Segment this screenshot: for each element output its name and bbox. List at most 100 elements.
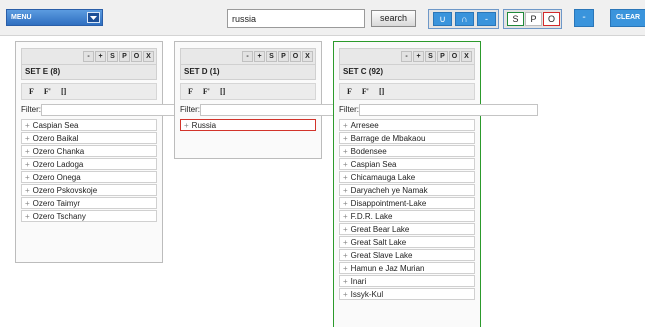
set-title: SET D (1) (180, 65, 316, 80)
search-input[interactable] (227, 9, 365, 28)
difference-button[interactable]: - (477, 12, 496, 26)
list-item-label: Great Slave Lake (350, 251, 413, 260)
panel-close-button[interactable]: X (143, 51, 154, 62)
plus-icon: + (343, 238, 348, 247)
list-item[interactable]: + Ozero Tschany (21, 210, 157, 222)
spo-s-button[interactable]: S (507, 12, 524, 26)
list-item[interactable]: + Great Salt Lake (339, 236, 475, 248)
panel-minus-button[interactable]: - (83, 51, 94, 62)
list-item[interactable]: + Disappointment-Lake (339, 197, 475, 209)
panel-s-button[interactable]: S (425, 51, 436, 62)
list-item-label: Ozero Tschany (32, 212, 86, 221)
list-item-label: F.D.R. Lake (350, 212, 393, 221)
panel-s-button[interactable]: S (266, 51, 277, 62)
view-f-prime-button[interactable]: F' (203, 87, 210, 96)
spo-o-button[interactable]: O (543, 12, 560, 26)
panel-controls: - + S P O X (180, 48, 316, 65)
plus-icon: + (25, 160, 30, 169)
plus-icon: + (25, 134, 30, 143)
panel-s-button[interactable]: S (107, 51, 118, 62)
panel-close-button[interactable]: X (302, 51, 313, 62)
panel-minus-button[interactable]: - (242, 51, 253, 62)
list-item-label: Ozero Taimyr (32, 199, 81, 208)
list-item[interactable]: + Caspian Sea (21, 119, 157, 131)
panel-controls: - + S P O X (339, 48, 475, 65)
plus-icon: + (343, 199, 348, 208)
view-f-prime-button[interactable]: F' (362, 87, 369, 96)
list-item[interactable]: + Ozero Baikal (21, 132, 157, 144)
panel-plus-button[interactable]: + (95, 51, 106, 62)
view-buttons: F F' [] (180, 83, 316, 100)
view-f-button[interactable]: F (347, 87, 352, 96)
plus-icon: + (343, 251, 348, 260)
panel-o-button[interactable]: O (290, 51, 301, 62)
set-title: SET C (92) (339, 65, 475, 80)
filter-label: Filter: (21, 105, 41, 114)
plus-icon: + (343, 290, 348, 299)
plus-icon: + (343, 277, 348, 286)
filter-row: Filter: (21, 103, 220, 116)
list-item[interactable]: + Inari (339, 275, 475, 287)
list-item[interactable]: + Great Slave Lake (339, 249, 475, 261)
list-item[interactable]: + F.D.R. Lake (339, 210, 475, 222)
list-item[interactable]: + Bodensee (339, 145, 475, 157)
list-item[interactable]: + Hamun e Jaz Murian (339, 262, 475, 274)
plus-icon: + (343, 264, 348, 273)
view-brackets-button[interactable]: [] (379, 87, 384, 96)
list-item-label: Ozero Baikal (32, 134, 79, 143)
list-item[interactable]: + Ozero Onega (21, 171, 157, 183)
list-item[interactable]: + Daryacheh ye Namak (339, 184, 475, 196)
view-f-prime-button[interactable]: F' (44, 87, 51, 96)
panel-minus-button[interactable]: - (401, 51, 412, 62)
list-item[interactable]: + Ozero Chanka (21, 145, 157, 157)
plus-icon: + (25, 121, 30, 130)
plus-icon: + (343, 225, 348, 234)
set-panel-e: - + S P O X SET E (8) F F' [] Filter: + C… (15, 41, 220, 263)
chevron-down-icon[interactable] (87, 12, 100, 23)
view-brackets-button[interactable]: [] (220, 87, 225, 96)
remove-set-button[interactable]: - (574, 9, 594, 27)
list-item-label: Ozero Ladoga (32, 160, 84, 169)
menu-dropdown[interactable]: MENU (6, 9, 103, 26)
panel-o-button[interactable]: O (449, 51, 460, 62)
panel-plus-button[interactable]: + (254, 51, 265, 62)
list-item[interactable]: + Ozero Taimyr (21, 197, 157, 209)
view-buttons: F F' [] (339, 83, 475, 100)
list-item[interactable]: + Great Bear Lake (339, 223, 475, 235)
list-item[interactable]: + Ozero Pskovskoje (21, 184, 157, 196)
list-item[interactable]: + Barrage de Mbakaou (339, 132, 475, 144)
panel-p-button[interactable]: P (119, 51, 130, 62)
panel-p-button[interactable]: P (278, 51, 289, 62)
intersection-button[interactable]: ∩ (455, 12, 474, 26)
union-button[interactable]: ∪ (433, 12, 452, 26)
list-item[interactable]: + Issyk-Kul (339, 288, 475, 300)
list-item-label: Ozero Chanka (32, 147, 85, 156)
list-item[interactable]: + Arresee (339, 119, 475, 131)
spo-p-button[interactable]: P (525, 12, 542, 26)
list-item-label: Hamun e Jaz Murian (350, 264, 425, 273)
plus-icon: + (343, 212, 348, 221)
view-buttons: F F' [] (21, 83, 157, 100)
plus-icon: + (184, 121, 189, 130)
view-brackets-button[interactable]: [] (61, 87, 66, 96)
view-f-button[interactable]: F (29, 87, 34, 96)
list-item[interactable]: + Ozero Ladoga (21, 158, 157, 170)
list-item-selected[interactable]: + Russia (180, 119, 316, 131)
search-button[interactable]: search (371, 10, 416, 27)
plus-icon: + (25, 147, 30, 156)
list-item-label: Ozero Pskovskoje (32, 186, 98, 195)
list-item[interactable]: + Chicamauga Lake (339, 171, 475, 183)
view-f-button[interactable]: F (188, 87, 193, 96)
list-item-label: Caspian Sea (350, 160, 397, 169)
panel-close-button[interactable]: X (461, 51, 472, 62)
panel-o-button[interactable]: O (131, 51, 142, 62)
plus-icon: + (343, 134, 348, 143)
list-item[interactable]: + Caspian Sea (339, 158, 475, 170)
panel-p-button[interactable]: P (437, 51, 448, 62)
top-toolbar: MENU search ∪ ∩ - S P O - CLEAR (0, 0, 645, 36)
list-item-label: Arresee (350, 121, 379, 130)
panel-plus-button[interactable]: + (413, 51, 424, 62)
clear-button[interactable]: CLEAR (610, 9, 645, 27)
set-panel-c: - + S P O X SET C (92) F F' [] Filter: +… (333, 41, 538, 327)
filter-input[interactable] (359, 103, 538, 116)
